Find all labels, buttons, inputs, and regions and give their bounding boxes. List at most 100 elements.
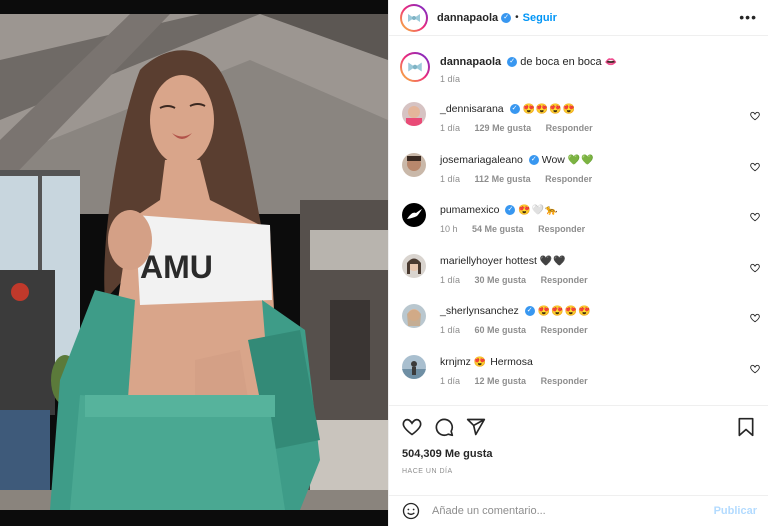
verified-badge-icon: ✓	[505, 205, 516, 216]
comment-meta: 1 día 12 Me gusta Responder	[440, 376, 600, 386]
commenter-username[interactable]: josemariagaleano	[440, 154, 523, 166]
post-header: dannapaola ✓ • Seguir •••	[389, 0, 768, 36]
heart-outline-icon[interactable]	[750, 159, 760, 177]
comment-meta: 1 día 112 Me gusta Responder	[440, 174, 604, 184]
svg-text:AMU: AMU	[140, 249, 213, 285]
comment-time[interactable]: 1 día	[440, 275, 460, 285]
comment-time[interactable]: 1 día	[440, 325, 460, 335]
share-send-icon[interactable]	[466, 417, 486, 437]
verified-badge-icon: ✓	[507, 57, 518, 68]
commenter-avatar[interactable]	[402, 253, 426, 278]
reply-button[interactable]: Responder	[545, 174, 592, 184]
comment-line: pumamexico ✓ 😍🤍🐆	[440, 204, 559, 216]
reply-button[interactable]: Responder	[541, 376, 588, 386]
author-username[interactable]: dannapaola	[437, 12, 498, 24]
comment-text: Hermosa	[490, 355, 533, 368]
post-actions: 504,309 Me gusta HACE UN DÍA	[389, 405, 768, 495]
heart-outline-icon[interactable]	[750, 209, 760, 227]
commenter-avatar[interactable]	[402, 152, 426, 177]
comment-line: josemariagaleano ✓ Wow 💚💚	[440, 154, 595, 166]
comment-likes[interactable]: 12 Me gusta	[475, 376, 527, 386]
comment-input[interactable]	[432, 502, 702, 520]
like-heart-icon[interactable]	[402, 417, 422, 437]
comment-item: mariellyhoyer hottest 🖤🖤 1 día 30 Me gus…	[400, 248, 760, 299]
more-horizontal-icon[interactable]: •••	[739, 10, 757, 24]
comment-meta: 1 día 129 Me gusta Responder	[440, 123, 605, 133]
comment-text: hottest	[505, 254, 537, 267]
comment-likes[interactable]: 30 Me gusta	[475, 275, 527, 285]
comment-line: _dennisarana ✓ 😍😍😍😍	[440, 103, 576, 115]
post-caption: dannapaola ✓ de boca en boca 👄 1 día	[400, 50, 760, 90]
commenter-avatar[interactable]	[402, 304, 426, 328]
commenter-avatar[interactable]	[402, 102, 426, 126]
comment-likes[interactable]: 54 Me gusta	[472, 224, 524, 234]
action-icons	[402, 417, 486, 437]
verified-badge-icon: ✓	[524, 306, 535, 317]
comment-emoji: 😍😍😍😍	[537, 306, 592, 317]
comment-item: josemariagaleano ✓ Wow 💚💚 1 día 112 Me g…	[400, 147, 760, 198]
comment-bubble-icon[interactable]	[434, 417, 454, 437]
caption-username[interactable]: dannapaola	[440, 56, 501, 68]
emoji-smile-icon[interactable]	[402, 502, 420, 520]
comment-likes[interactable]: 112 Me gusta	[475, 174, 531, 184]
heart-outline-icon[interactable]	[750, 260, 760, 278]
comment-time[interactable]: 10 h	[440, 224, 458, 234]
comment-emoji: 😍🤍🐆	[518, 205, 559, 216]
caption-time[interactable]: 1 día	[440, 74, 460, 84]
commenter-username[interactable]: mariellyhoyer	[440, 255, 502, 267]
comment-time[interactable]: 1 día	[440, 376, 460, 386]
comment-meta: 1 día 30 Me gusta Responder	[440, 275, 600, 285]
heart-outline-icon[interactable]	[750, 361, 760, 379]
comment-line: krnjmz 😍 Hermosa	[440, 356, 533, 368]
bow-icon	[402, 5, 426, 30]
comments-list: _dennisarana ✓ 😍😍😍😍 1 día 129 Me gusta R…	[400, 96, 760, 399]
separator-dot: •	[515, 12, 519, 23]
comment-emoji: 💚💚	[567, 154, 595, 166]
comment-emoji: 🖤🖤	[539, 255, 567, 267]
verified-badge-icon: ✓	[501, 12, 512, 23]
commenter-username[interactable]: krnjmz	[440, 356, 471, 368]
commenter-avatar[interactable]	[402, 354, 426, 379]
add-comment-bar: Publicar	[389, 495, 768, 526]
caption-avatar[interactable]	[400, 52, 430, 82]
verified-badge-icon: ✓	[528, 154, 539, 165]
comment-emoji: 😍😍😍😍	[522, 104, 577, 115]
comment-emoji: 😍	[473, 356, 488, 368]
comment-item: _sherlynsanchez ✓ 😍😍😍😍 1 día 60 Me gusta…	[400, 298, 760, 349]
post-photo[interactable]: AMU	[0, 0, 388, 526]
heart-outline-icon[interactable]	[750, 108, 760, 126]
reply-button[interactable]: Responder	[538, 224, 585, 234]
bow-icon	[402, 54, 428, 80]
comment-likes[interactable]: 129 Me gusta	[475, 123, 532, 133]
commenter-username[interactable]: _dennisarana	[440, 103, 504, 115]
comment-item: _dennisarana ✓ 😍😍😍😍 1 día 129 Me gusta R…	[400, 96, 760, 147]
publish-button[interactable]: Publicar	[714, 505, 757, 517]
likes-count[interactable]: 504,309 Me gusta	[402, 448, 493, 460]
commenter-avatar[interactable]	[402, 203, 426, 227]
reply-button[interactable]: Responder	[546, 123, 593, 133]
commenter-username[interactable]: _sherlynsanchez	[440, 305, 519, 317]
comment-item: pumamexico ✓ 😍🤍🐆 10 h 54 Me gusta Respon…	[400, 197, 760, 248]
comment-meta: 10 h 54 Me gusta Responder	[440, 224, 597, 234]
comment-time[interactable]: 1 día	[440, 123, 460, 133]
commenter-username[interactable]: pumamexico	[440, 204, 500, 216]
caption-text-line: dannapaola ✓ de boca en boca 👄	[440, 56, 618, 68]
reply-button[interactable]: Responder	[541, 325, 588, 335]
comment-line: _sherlynsanchez ✓ 😍😍😍😍	[440, 305, 591, 317]
bookmark-icon[interactable]	[737, 417, 757, 437]
reply-button[interactable]: Responder	[541, 275, 588, 285]
comment-time[interactable]: 1 día	[440, 174, 460, 184]
comment-likes[interactable]: 60 Me gusta	[475, 325, 527, 335]
caption-emoji: 👄	[604, 57, 619, 68]
caption-text: de boca en boca	[520, 56, 602, 68]
heart-outline-icon[interactable]	[750, 310, 760, 328]
author-avatar[interactable]	[400, 3, 428, 32]
post-photo-illustration: AMU	[0, 0, 388, 526]
post-sidebar: dannapaola ✓ • Seguir ••• dannapaola ✓ d…	[388, 0, 768, 526]
comment-line: mariellyhoyer hottest 🖤🖤	[440, 255, 567, 267]
verified-badge-icon: ✓	[509, 104, 520, 115]
comment-text: Wow	[541, 153, 565, 166]
comment-item: krnjmz 😍 Hermosa 1 día 12 Me gusta Respo…	[400, 349, 760, 400]
post-timestamp[interactable]: HACE UN DÍA	[402, 468, 453, 475]
follow-button[interactable]: Seguir	[523, 12, 557, 24]
